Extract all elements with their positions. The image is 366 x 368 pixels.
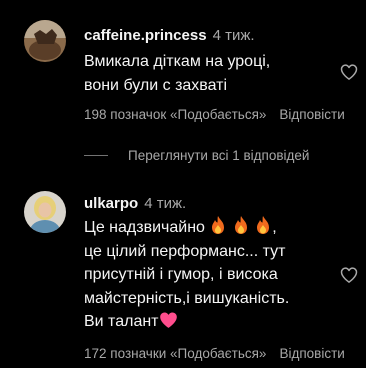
like-button[interactable]	[339, 265, 359, 285]
comment-username[interactable]: ulkarpo	[84, 195, 138, 212]
likes-count[interactable]: 172 позначки «Подобається»	[84, 346, 266, 361]
fire-emoji	[212, 216, 225, 234]
avatar-caffeine-princess[interactable]	[24, 20, 66, 62]
comment-time: 4 тиж.	[212, 27, 255, 44]
comment-username[interactable]: caffeine.princess	[84, 27, 207, 44]
comment-text: Вмикала діткам на уроці, вони були с зах…	[84, 50, 270, 97]
comment-text-fragment: Ви талант	[84, 313, 159, 330]
comment-header: ulkarpo 4 тиж.	[84, 195, 186, 212]
comment-text-line: вони були с захваті	[84, 76, 228, 94]
comment-meta: 198 позначок «Подобається» Відповісти	[84, 107, 345, 122]
like-button[interactable]	[339, 62, 359, 82]
comment-text: Це надзвичайно , це цілий перформанс... …	[84, 215, 289, 334]
view-replies-button[interactable]: Переглянути всі 1 відповідей	[84, 148, 309, 163]
heart-outline-icon	[340, 267, 358, 283]
comment-text-line: це цілий перформанс... тут	[84, 242, 286, 260]
fire-emoji	[234, 216, 247, 234]
comment-time: 4 тиж.	[144, 195, 187, 212]
reply-button[interactable]: Відповісти	[279, 107, 344, 122]
comment-text-line: Ви талант	[84, 310, 289, 334]
comment-text-line: Це надзвичайно ,	[84, 215, 289, 240]
avatar-image	[24, 191, 66, 233]
fire-emoji	[257, 216, 270, 234]
view-replies-divider	[84, 155, 108, 156]
likes-count[interactable]: 198 позначок «Подобається»	[84, 107, 266, 122]
reply-button[interactable]: Відповісти	[279, 346, 344, 361]
comment-text-line: присутній і гумор, і висока	[84, 266, 278, 283]
avatar-ulkarpo[interactable]	[24, 191, 66, 233]
pink-heart-emoji	[159, 312, 177, 328]
avatar-image	[24, 20, 66, 62]
comment-text-line: майстерність,і вишуканість.	[84, 289, 290, 307]
comment-text-line: Вмикала діткам на уроці,	[84, 53, 271, 70]
view-replies-label: Переглянути всі 1 відповідей	[128, 148, 310, 163]
comment-text-fragment: ,	[272, 219, 277, 236]
comment-meta: 172 позначки «Подобається» Відповісти	[84, 346, 345, 361]
comment-text-fragment: Це надзвичайно	[84, 219, 205, 236]
comment-header: caffeine.princess 4 тиж.	[84, 27, 255, 44]
heart-outline-icon	[340, 64, 358, 80]
